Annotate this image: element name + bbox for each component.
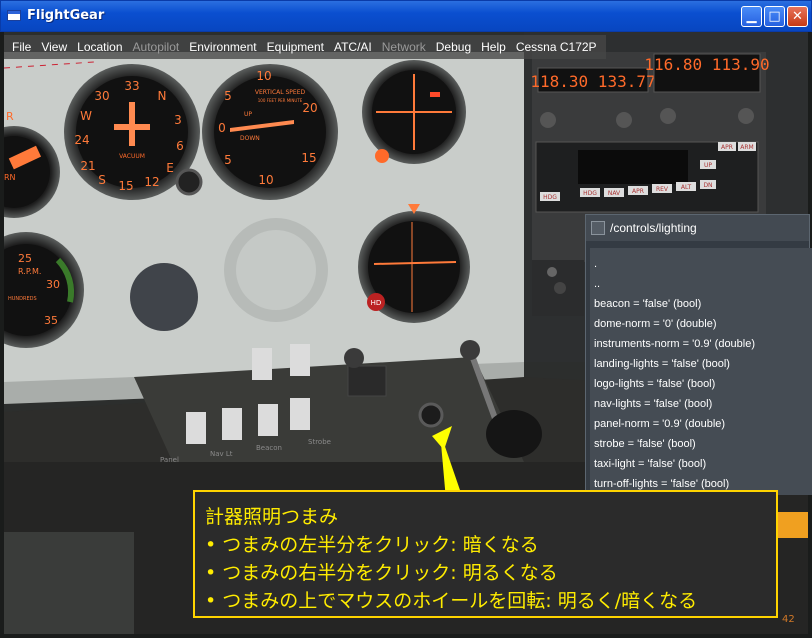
- svg-text:15: 15: [301, 151, 316, 165]
- svg-text:NAV: NAV: [608, 190, 621, 197]
- menu-autopilot[interactable]: Autopilot: [128, 40, 185, 54]
- svg-text:30: 30: [46, 278, 60, 291]
- app-icon: [7, 10, 21, 21]
- menu-location[interactable]: Location: [72, 40, 127, 54]
- svg-text:HDG: HDG: [583, 190, 597, 197]
- svg-text:S: S: [98, 173, 106, 187]
- svg-text:HUNDREDS: HUNDREDS: [8, 296, 37, 302]
- svg-text:APR: APR: [721, 144, 733, 151]
- close-button[interactable]: ✕: [787, 6, 808, 27]
- list-item[interactable]: logo-lights = 'false' (bool): [594, 378, 715, 390]
- svg-text:APR: APR: [632, 188, 644, 195]
- svg-text:25: 25: [18, 252, 32, 265]
- svg-text:E: E: [166, 161, 174, 175]
- menu-aircraft[interactable]: Cessna C172P: [511, 40, 602, 54]
- svg-text:0: 0: [218, 121, 226, 135]
- svg-text:30: 30: [94, 89, 109, 103]
- svg-text:UP: UP: [704, 162, 712, 169]
- property-list[interactable]: . .. beacon = 'false' (bool) dome-norm =…: [590, 248, 812, 495]
- svg-text:33: 33: [124, 79, 139, 93]
- window-title: FlightGear: [27, 8, 105, 23]
- list-item[interactable]: taxi-light = 'false' (bool): [594, 458, 706, 470]
- com-frequency: 118.30 133.77: [530, 72, 655, 91]
- maximize-button[interactable]: □: [764, 6, 785, 27]
- autopilot-panel: HDG HDG NAV APR REV ALT DN UP APR ARM: [535, 141, 759, 213]
- svg-text:W: W: [80, 109, 92, 123]
- svg-text:5: 5: [224, 89, 232, 103]
- svg-text:N: N: [158, 89, 167, 103]
- list-item[interactable]: beacon = 'false' (bool): [594, 298, 701, 310]
- dialog-header[interactable]: /controls/lighting: [586, 215, 809, 241]
- svg-text:VERTICAL SPEED: VERTICAL SPEED: [255, 89, 306, 96]
- svg-text:15: 15: [118, 179, 133, 193]
- fps-counter: 42: [782, 614, 795, 625]
- list-item[interactable]: ..: [594, 278, 600, 290]
- list-item[interactable]: dome-norm = '0' (double): [594, 318, 717, 330]
- callout-line: • つまみの右半分をクリック: 明るくなる: [205, 562, 558, 584]
- vertical-speed-indicator: 10 20 5 15 5 10 0 VERTICAL SPEED 100 FEE…: [202, 64, 338, 200]
- menu-atc-ai[interactable]: ATC/AI: [329, 40, 377, 54]
- dialog-title: /controls/lighting: [610, 221, 697, 235]
- svg-text:Panel: Panel: [160, 456, 179, 464]
- svg-text:35: 35: [44, 314, 58, 327]
- svg-text:3: 3: [174, 113, 182, 127]
- menu-network[interactable]: Network: [377, 40, 431, 54]
- svg-text:DOWN: DOWN: [240, 135, 260, 142]
- svg-text:21: 21: [80, 159, 95, 173]
- svg-text:ARM: ARM: [740, 144, 753, 151]
- dialog-button-strip[interactable]: [778, 512, 808, 538]
- svg-text:10: 10: [256, 69, 271, 83]
- hd-badge: HD: [371, 299, 382, 307]
- menu-help[interactable]: Help: [476, 40, 511, 54]
- left-r-label: R: [6, 110, 14, 123]
- list-item[interactable]: panel-norm = '0.9' (double): [594, 418, 725, 430]
- list-item[interactable]: instruments-norm = '0.9' (double): [594, 338, 755, 350]
- window-titlebar[interactable]: FlightGear ▁ □ ✕: [0, 0, 812, 32]
- list-item[interactable]: .: [594, 258, 597, 270]
- property-browser-dialog: /controls/lighting . .. beacon = 'false'…: [585, 214, 812, 495]
- list-item[interactable]: strobe = 'false' (bool): [594, 438, 696, 450]
- svg-text:Strobe: Strobe: [308, 438, 331, 446]
- callout-heading: 計器照明つまみ: [205, 506, 339, 528]
- svg-text:6: 6: [176, 139, 184, 153]
- list-item[interactable]: turn-off-lights = 'false' (bool): [594, 478, 729, 490]
- svg-text:24: 24: [74, 133, 89, 147]
- callout-line: • つまみの左半分をクリック: 暗くなる: [205, 534, 539, 556]
- svg-text:12: 12: [144, 175, 159, 189]
- dialog-close-button[interactable]: [591, 221, 605, 235]
- menu-equipment[interactable]: Equipment: [262, 40, 329, 54]
- svg-text:UP: UP: [244, 111, 252, 118]
- vacuum-label: VACUUM: [119, 153, 145, 160]
- svg-text:ALT: ALT: [681, 184, 692, 191]
- nav-frequency: 116.80 113.90: [644, 55, 769, 74]
- vor-indicator: [362, 60, 466, 164]
- callout-line: • つまみの上でマウスのホイールを回転: 明るく/暗くなる: [205, 590, 698, 612]
- minimize-button[interactable]: ▁: [741, 6, 762, 27]
- svg-text:HDG: HDG: [543, 194, 557, 201]
- svg-text:20: 20: [302, 101, 317, 115]
- menu-file[interactable]: File: [7, 40, 36, 54]
- svg-text:100 FEET PER MINUTE: 100 FEET PER MINUTE: [258, 98, 303, 103]
- instrument-light-knob[interactable]: [418, 402, 444, 428]
- menu-bar: File View Location Autopilot Environment…: [4, 35, 606, 59]
- menu-view[interactable]: View: [36, 40, 72, 54]
- menu-environment[interactable]: Environment: [184, 40, 261, 54]
- svg-text:10: 10: [258, 173, 273, 187]
- svg-text:5: 5: [224, 153, 232, 167]
- list-item[interactable]: nav-lights = 'false' (bool): [594, 398, 712, 410]
- svg-text:Nav Lt: Nav Lt: [210, 450, 233, 458]
- list-item[interactable]: landing-lights = 'false' (bool): [594, 358, 730, 370]
- instruction-callout: 計器照明つまみ • つまみの左半分をクリック: 暗くなる • つまみの右半分をク…: [193, 490, 778, 618]
- svg-text:DN: DN: [703, 182, 712, 189]
- menu-debug[interactable]: Debug: [431, 40, 476, 54]
- svg-text:R.P.M.: R.P.M.: [18, 267, 41, 276]
- svg-text:Beacon: Beacon: [256, 444, 282, 452]
- svg-text:REV: REV: [656, 186, 669, 193]
- left-rn-label: RN: [4, 173, 16, 182]
